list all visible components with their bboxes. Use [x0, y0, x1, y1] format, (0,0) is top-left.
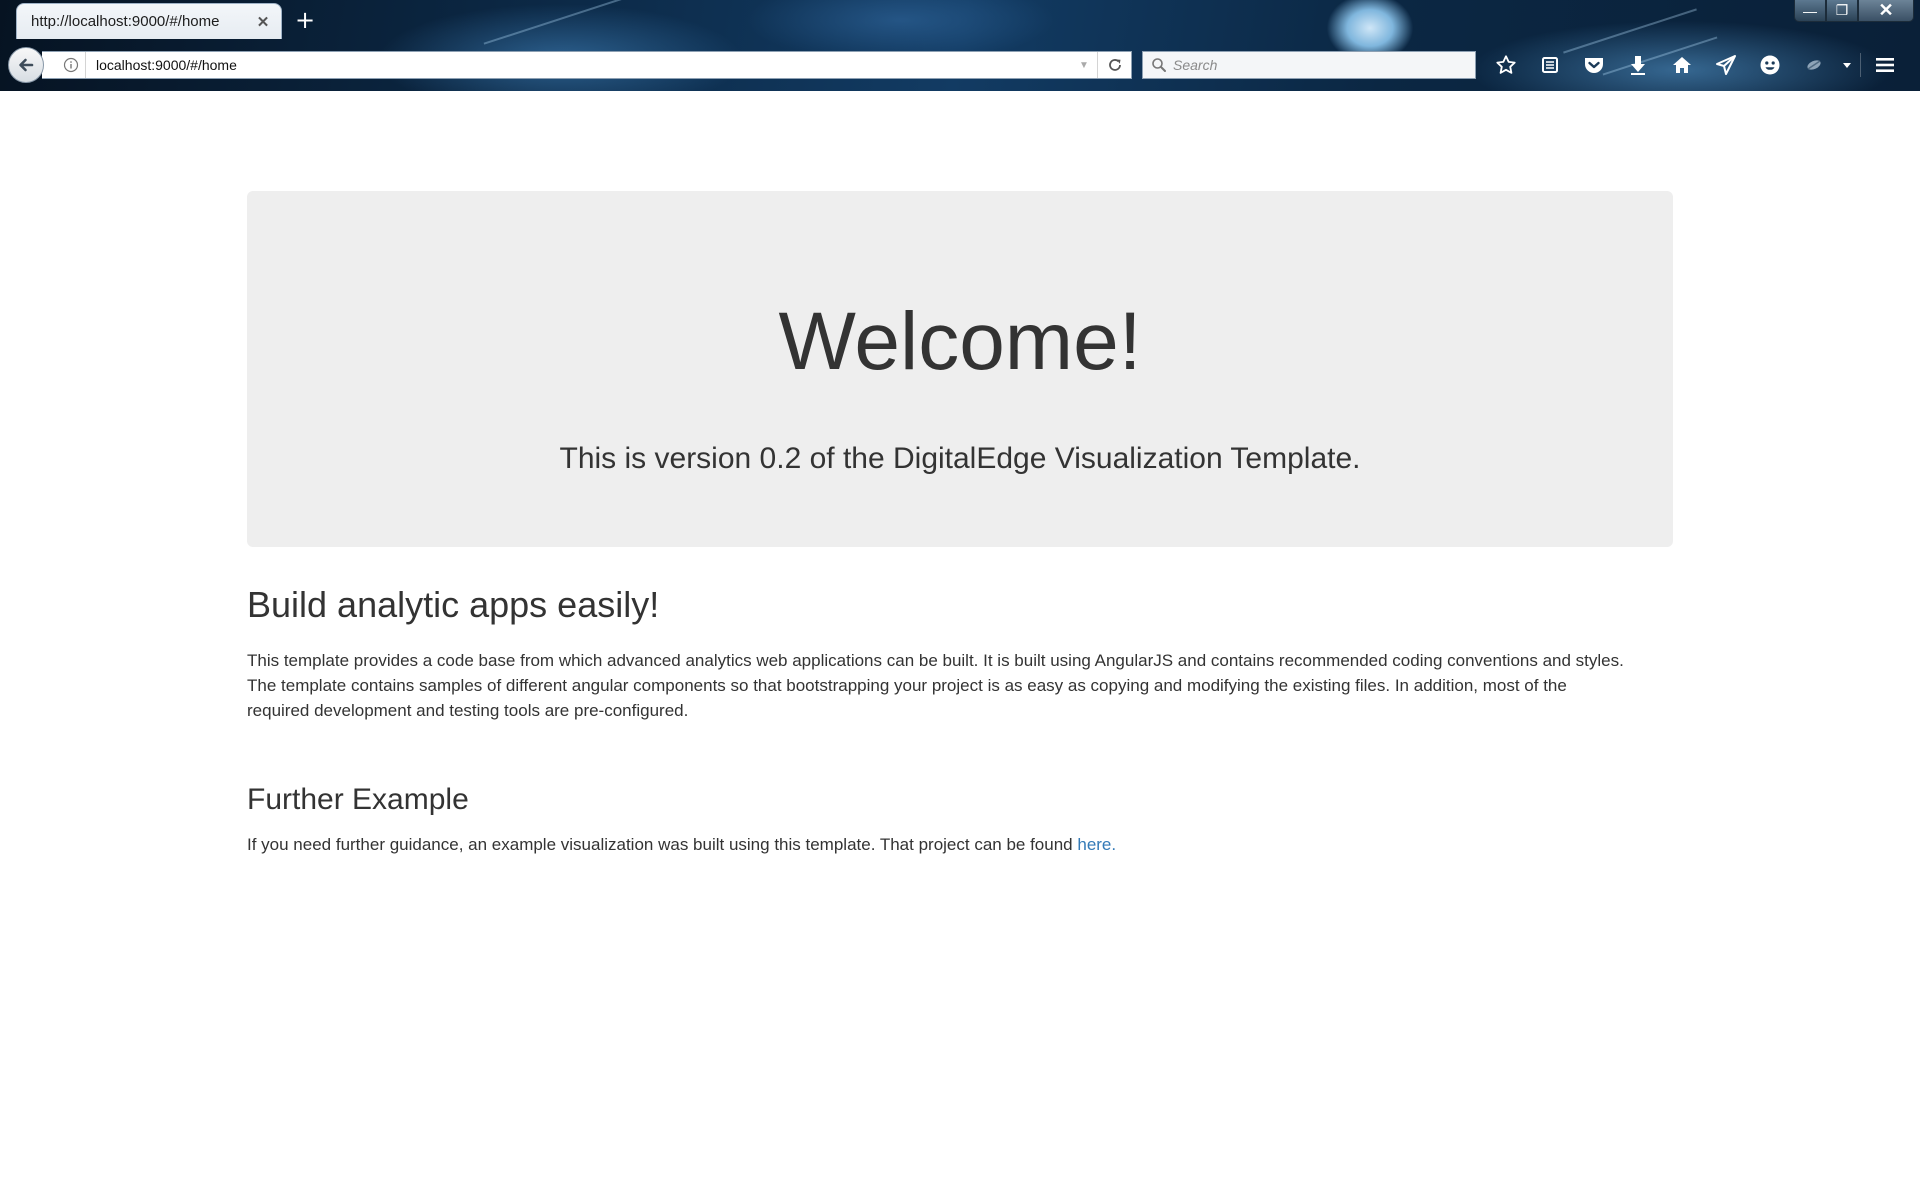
toolbar-separator	[1860, 53, 1861, 77]
bookmark-star-icon[interactable]	[1484, 49, 1528, 81]
home-icon[interactable]	[1660, 49, 1704, 81]
search-icon	[1152, 58, 1166, 72]
section-heading-build: Build analytic apps easily!	[247, 584, 660, 625]
window-controls: — ❐ ✕	[1794, 0, 1914, 22]
reading-list-icon[interactable]	[1528, 49, 1572, 81]
section-heading-further-example: Further Example	[247, 783, 469, 816]
url-history-dropdown-icon[interactable]: ▼	[1071, 60, 1097, 71]
minimize-button[interactable]: —	[1794, 0, 1826, 22]
description-line: The template contains samples of differe…	[247, 676, 1567, 695]
description-line: This template provides a code base from …	[247, 651, 1624, 670]
share-icon[interactable]	[1704, 49, 1748, 81]
example-project-link[interactable]: here.	[1077, 835, 1116, 854]
download-icon[interactable]	[1616, 49, 1660, 81]
jumbotron-subtitle: This is version 0.2 of the DigitalEdge V…	[559, 442, 1361, 475]
search-bar[interactable]	[1142, 51, 1476, 79]
further-example-sentence: If you need further guidance, an example…	[247, 835, 1078, 854]
pocket-icon[interactable]	[1572, 49, 1616, 81]
reload-icon[interactable]	[1097, 52, 1131, 78]
extension-icon[interactable]	[1792, 49, 1836, 81]
url-bar[interactable]: localhost:9000/#/home ▼	[42, 51, 1132, 79]
new-tab-button[interactable]: +	[292, 8, 318, 34]
back-arrow-icon	[19, 58, 34, 72]
browser-tab-active[interactable]: http://localhost:9000/#/home ✕	[16, 3, 282, 39]
back-button[interactable]	[8, 47, 44, 83]
section-description: This template provides a code base from …	[247, 648, 1673, 723]
emoji-icon[interactable]	[1748, 49, 1792, 81]
window-close-button[interactable]: ✕	[1858, 0, 1914, 22]
url-text[interactable]: localhost:9000/#/home	[86, 57, 1071, 73]
browser-toolbar	[1484, 49, 1907, 81]
navigation-bar: localhost:9000/#/home ▼	[0, 40, 1920, 90]
description-line: required development and testing tools a…	[247, 701, 689, 720]
hamburger-menu-icon[interactable]	[1863, 49, 1907, 81]
site-info-icon[interactable]	[56, 52, 86, 78]
search-input[interactable]	[1167, 53, 1475, 77]
tab-title: http://localhost:9000/#/home	[31, 13, 220, 30]
page-content: Welcome! This is version 0.2 of the Digi…	[0, 91, 1920, 1200]
browser-chrome: http://localhost:9000/#/home ✕ + — ❐ ✕ l…	[0, 0, 1920, 91]
theme-decoration	[483, 0, 637, 45]
restore-button[interactable]: ❐	[1826, 0, 1858, 22]
close-icon[interactable]: ✕	[255, 14, 271, 31]
overflow-dropdown-icon[interactable]	[1836, 49, 1858, 81]
jumbotron-title: Welcome!	[778, 296, 1142, 387]
further-example-text: If you need further guidance, an example…	[247, 832, 1673, 857]
jumbotron: Welcome! This is version 0.2 of the Digi…	[247, 191, 1673, 547]
